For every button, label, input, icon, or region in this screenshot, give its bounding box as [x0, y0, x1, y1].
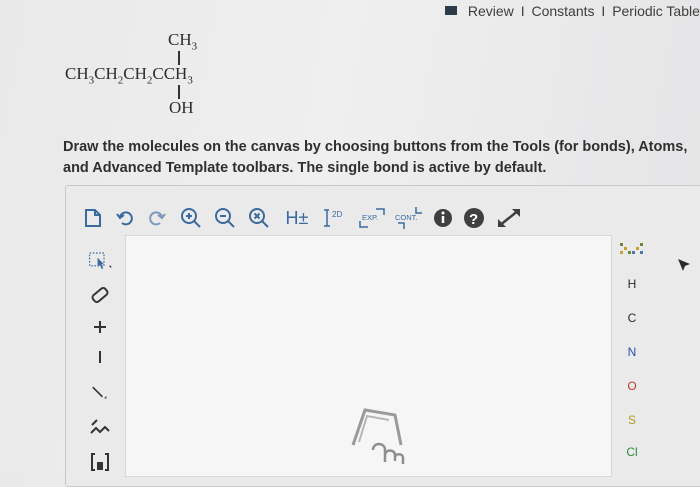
instructions-text: Draw the molecules on the canvas by choo…	[63, 139, 688, 176]
help-icon[interactable]: ?	[462, 206, 486, 230]
undo-icon[interactable]	[114, 206, 136, 230]
nav-separator: I	[520, 3, 525, 19]
atom-button-h[interactable]: H	[612, 277, 652, 291]
formula-main-chain: CH3CH2CH2CCH3	[65, 64, 193, 87]
top-nav: Review I Constants I Periodic Table	[445, 3, 700, 19]
plus-charge-icon[interactable]	[88, 315, 112, 339]
minus-charge-icon[interactable]	[88, 345, 112, 369]
periodic-table-link[interactable]: Periodic Table	[612, 3, 700, 19]
atoms-toolbar: H C N O S Cl	[612, 235, 657, 475]
formula-bond-top	[178, 51, 180, 65]
zoom-out-icon[interactable]	[212, 206, 238, 230]
atom-button-s[interactable]: S	[612, 413, 652, 427]
clean-2d-button[interactable]: 2D	[322, 206, 346, 230]
single-bond-icon[interactable]	[88, 380, 112, 404]
label-cont: CONT.	[395, 213, 418, 222]
editor-top-toolbar: H± 2D EXP. CONT. ?	[74, 200, 700, 236]
editor-left-toolbar	[74, 235, 124, 475]
mouse-cursor-icon	[677, 258, 691, 277]
atom-button-o[interactable]: O	[612, 379, 652, 393]
template-benzene-icon[interactable]	[333, 400, 413, 476]
svg-text:?: ?	[469, 211, 478, 228]
label-exp: EXP.	[362, 213, 378, 222]
periodic-table-icon[interactable]	[612, 241, 652, 262]
new-document-icon[interactable]	[82, 206, 104, 230]
bracket-icon[interactable]	[88, 450, 112, 474]
atom-button-cl[interactable]: Cl	[612, 445, 652, 459]
constants-link[interactable]: Constants	[531, 3, 594, 19]
info-icon[interactable]	[432, 206, 454, 230]
review-icon	[445, 6, 457, 15]
atom-button-n[interactable]: N	[612, 345, 652, 359]
zoom-reset-icon[interactable]	[246, 206, 272, 230]
redo-icon[interactable]	[146, 206, 168, 230]
zoom-in-icon[interactable]	[178, 206, 204, 230]
review-link[interactable]: Review	[468, 3, 514, 19]
select-lasso-icon[interactable]	[88, 249, 112, 273]
hydrogen-toggle-button[interactable]: H±	[282, 206, 312, 230]
expand-button[interactable]: EXP.	[356, 206, 390, 230]
structural-formula: CH3 CH3CH2CH2CCH3 OH	[0, 0, 260, 130]
chain-icon[interactable]	[88, 415, 112, 439]
formula-bottom-group: OH	[169, 98, 194, 117]
fullscreen-icon[interactable]	[494, 206, 524, 230]
eraser-icon[interactable]	[88, 283, 112, 307]
formula-top-group: CH3	[168, 30, 198, 53]
formula-bond-bottom	[178, 85, 180, 99]
contract-button[interactable]: CONT.	[392, 206, 428, 230]
atom-button-c[interactable]: C	[612, 311, 652, 325]
label-2d: 2D	[332, 210, 342, 219]
nav-separator: I	[601, 3, 606, 19]
